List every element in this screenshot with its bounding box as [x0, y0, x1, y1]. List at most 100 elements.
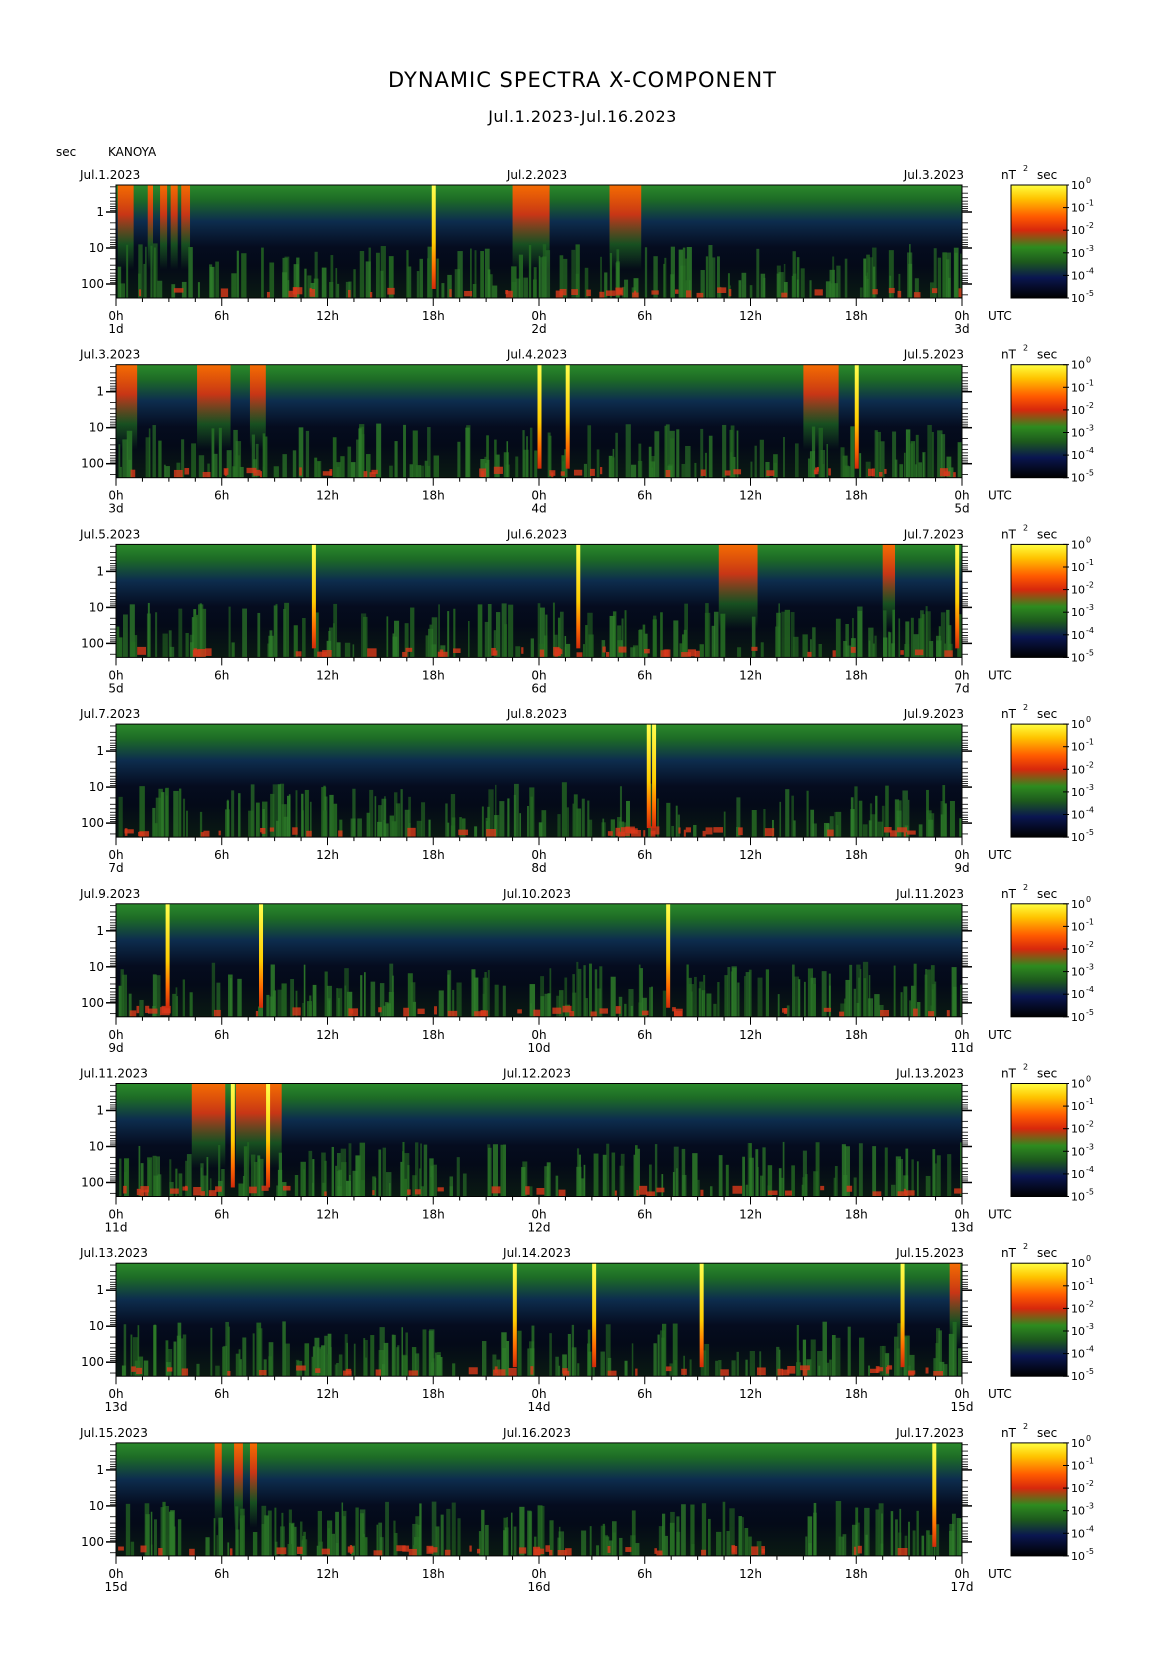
y-tick-label: 100 [81, 816, 104, 830]
burst-region [512, 185, 550, 270]
noise-hotspot [615, 827, 621, 836]
y-tick-label: 10 [89, 780, 104, 794]
x-tick-label: 6h [637, 848, 652, 862]
noise-streak [364, 972, 366, 1017]
noise-streak [393, 1520, 396, 1556]
x-day-label: 1d [108, 322, 123, 336]
noise-streak [812, 627, 816, 658]
noise-streak [494, 984, 499, 1017]
noise-streak [360, 975, 363, 1017]
noise-streak [338, 1169, 342, 1197]
noise-streak [858, 1143, 863, 1197]
x-tick-label: 0h [108, 309, 123, 323]
noise-streak [468, 620, 470, 658]
x-tick-label: 0h [108, 1567, 123, 1581]
noise-streak [694, 976, 697, 1017]
spike-mark [565, 364, 570, 469]
y-tick-label: 100 [81, 277, 104, 291]
noise-hotspot [227, 1370, 231, 1377]
colorbar-tick-label: 10 [1071, 898, 1085, 911]
noise-streak [836, 265, 841, 298]
noise-streak [322, 810, 327, 838]
noise-streak [803, 981, 806, 1017]
noise-streak [872, 643, 875, 658]
noise-streak [863, 258, 867, 298]
noise-streak [161, 792, 165, 838]
noise-streak [786, 1005, 790, 1017]
noise-streak [557, 814, 561, 838]
x-axis-unit: UTC [988, 489, 1012, 503]
noise-streak [353, 269, 356, 298]
x-tick-label: 0h [954, 1387, 969, 1401]
noise-streak [167, 1349, 173, 1377]
noise-streak [699, 644, 704, 658]
noise-hotspot [656, 1187, 665, 1193]
noise-hotspot [136, 1005, 140, 1014]
x-axis-unit: UTC [988, 1208, 1012, 1222]
colorbar-tick-label: 10 [1071, 1100, 1085, 1113]
noise-streak [352, 788, 356, 838]
noise-streak [596, 1545, 600, 1556]
x-tick-label: 12h [316, 489, 339, 503]
colorbar-unit-exponent: 2 [1023, 1063, 1028, 1072]
noise-streak [213, 453, 218, 478]
noise-streak [409, 464, 414, 478]
panel-left-date: Jul.7.2023 [79, 707, 140, 721]
noise-streak [907, 252, 913, 298]
noise-hotspot [369, 292, 373, 298]
noise-hotspot [827, 829, 834, 837]
noise-streak [859, 968, 862, 1017]
noise-streak [447, 611, 450, 658]
noise-hotspot [681, 1368, 687, 1375]
noise-streak [928, 819, 934, 838]
x-tick-label: 0h [531, 489, 546, 503]
noise-streak [143, 263, 146, 298]
noise-hotspot [367, 648, 377, 657]
noise-streak [630, 647, 636, 658]
noise-streak [685, 445, 691, 478]
noise-streak [457, 441, 461, 478]
noise-streak [487, 970, 490, 1017]
x-day-label: 11d [951, 1041, 974, 1055]
x-tick-label: 12h [739, 489, 762, 503]
noise-streak [394, 620, 400, 658]
x-day-label: 6d [531, 681, 546, 695]
x-tick-label: 0h [531, 668, 546, 682]
noise-hotspot [720, 1369, 729, 1377]
panel-mid-date: Jul.6.2023 [506, 527, 567, 541]
noise-hotspot [540, 1548, 545, 1555]
noise-streak [757, 977, 763, 1017]
noise-streak [117, 266, 122, 298]
noise-streak [302, 1002, 305, 1017]
noise-hotspot [678, 827, 681, 834]
y-tick-label: 10 [89, 241, 104, 255]
noise-streak [120, 969, 124, 1017]
noise-hotspot [656, 1550, 663, 1556]
x-tick-label: 6h [637, 1208, 652, 1222]
x-day-label: 8d [531, 861, 546, 875]
noise-streak [868, 257, 873, 298]
spike-mark [932, 1442, 937, 1547]
noise-streak [231, 642, 235, 658]
colorbar-tick-exponent: -4 [1086, 266, 1094, 275]
noise-hotspot [761, 1546, 765, 1555]
noise-streak [312, 984, 317, 1017]
noise-streak [172, 993, 176, 1017]
noise-streak [957, 442, 962, 478]
noise-streak [782, 1141, 785, 1197]
noise-streak [589, 1526, 592, 1556]
colorbar [1010, 1083, 1068, 1197]
noise-streak [311, 1356, 316, 1377]
noise-hotspot [493, 650, 498, 656]
noise-streak [706, 993, 712, 1017]
x-axis-unit: UTC [988, 1387, 1012, 1401]
noise-hotspot [378, 1007, 382, 1013]
noise-streak [750, 461, 753, 478]
noise-streak [723, 811, 726, 838]
noise-streak [440, 1356, 443, 1377]
burst-region [882, 544, 896, 630]
x-day-label: 5d [108, 681, 123, 695]
noise-hotspot [139, 831, 150, 837]
noise-streak [942, 785, 946, 838]
noise-hotspot [539, 649, 545, 658]
